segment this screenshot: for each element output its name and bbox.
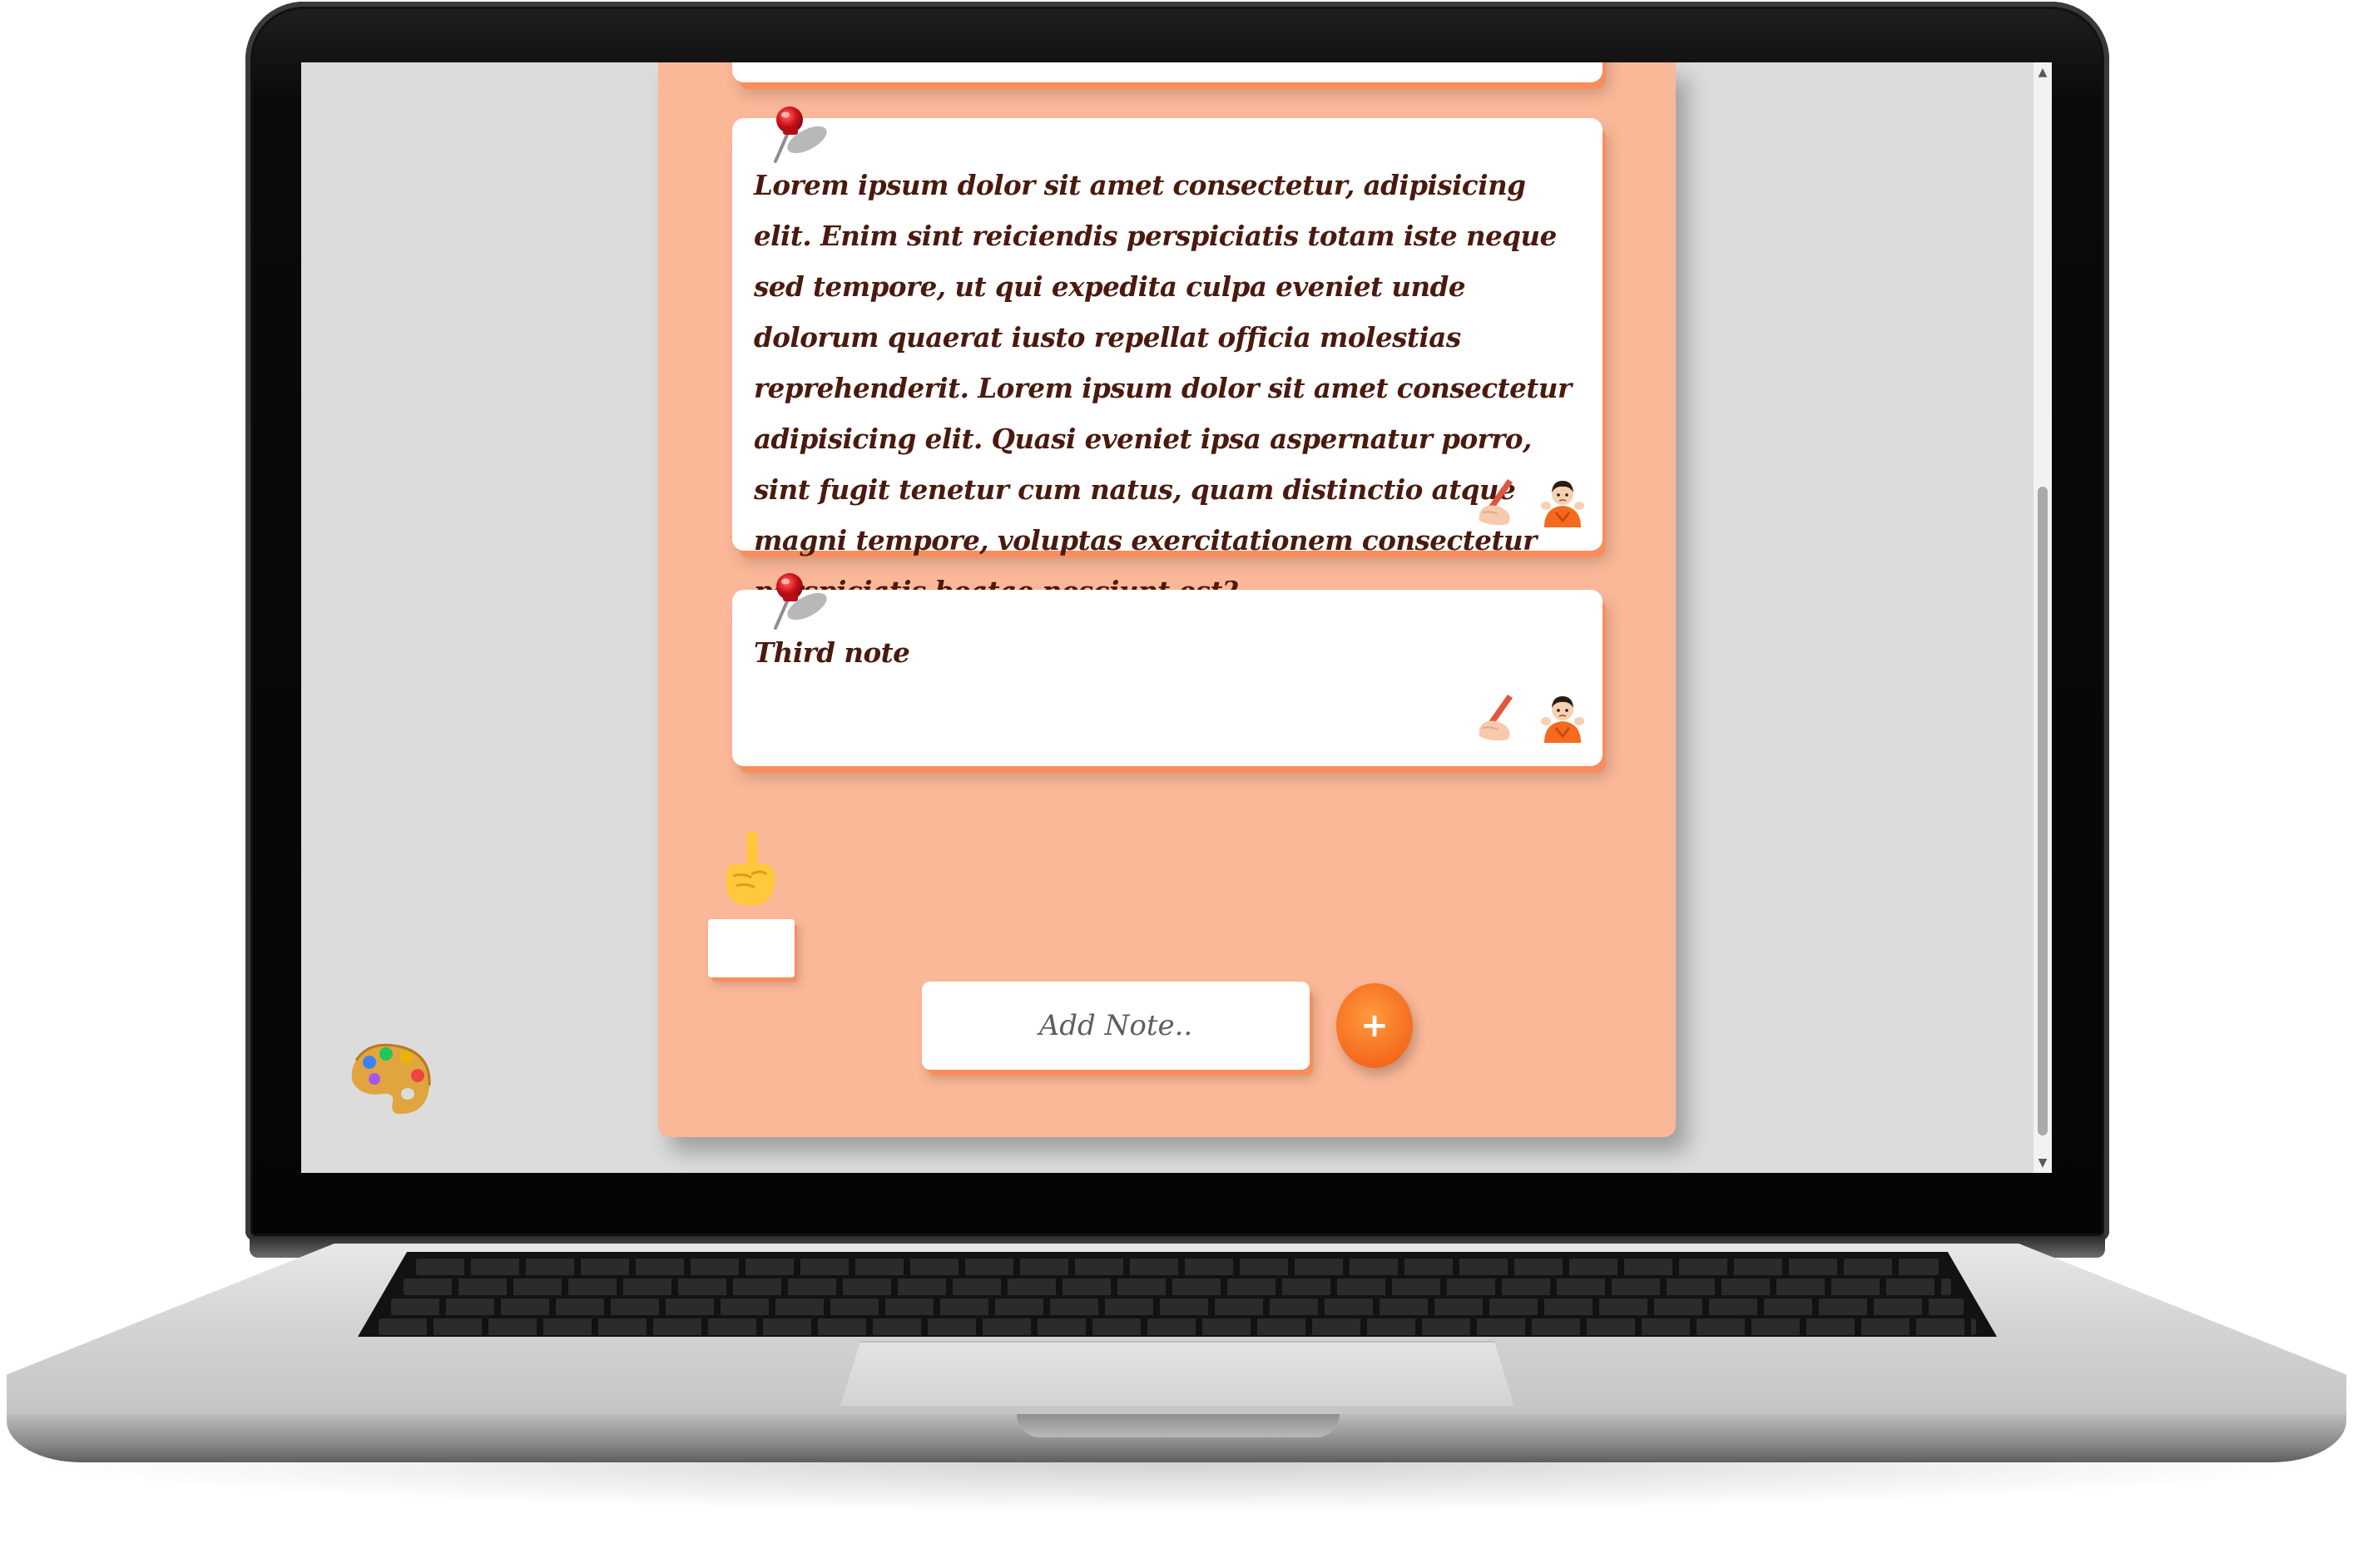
vertical-scrollbar[interactable]: ▲ ▼ (2033, 62, 2052, 1173)
edit-note-button[interactable] (1474, 476, 1521, 527)
artist-palette-icon[interactable] (344, 1036, 436, 1119)
shrugging-person-icon (1541, 696, 1584, 743)
edit-note-button[interactable] (1474, 691, 1521, 743)
add-note-input[interactable] (922, 982, 1310, 1070)
keyboard-row (416, 1259, 1939, 1275)
writing-hand-icon (1479, 479, 1513, 526)
delete-note-button[interactable] (1539, 691, 1586, 743)
note-card-partial (732, 62, 1603, 82)
scroll-down-arrow[interactable]: ▼ (2033, 1153, 2052, 1173)
note-actions (1474, 691, 1586, 743)
shrugging-person-icon (1541, 481, 1584, 527)
keyboard-row (379, 1318, 1976, 1335)
add-note-button[interactable]: + (1336, 983, 1413, 1068)
hint-tile (708, 919, 795, 977)
note-text: Third note (754, 636, 910, 669)
pushpin-icon (774, 106, 827, 163)
scroll-thumb[interactable] (2038, 487, 2048, 1135)
pushpin-icon (774, 573, 827, 630)
keyboard-row (391, 1298, 1964, 1315)
notes-panel: Lorem ipsum dolor sit amet consectetur, … (658, 62, 1676, 1137)
laptop-screen: Lorem ipsum dolor sit amet consectetur, … (301, 62, 2052, 1173)
note-actions (1474, 476, 1586, 527)
pointing-up-hand-icon (726, 831, 775, 906)
note-card: Lorem ipsum dolor sit amet consectetur, … (732, 106, 1603, 607)
note-card: Third note (732, 573, 1603, 766)
laptop-notch (1017, 1414, 1340, 1437)
writing-hand-icon (1479, 695, 1513, 741)
delete-note-button[interactable] (1539, 476, 1586, 527)
laptop-trackpad (840, 1341, 1514, 1406)
note-text: Lorem ipsum dolor sit amet consectetur, … (754, 169, 1572, 607)
keyboard-row (404, 1279, 1951, 1295)
laptop-keyboard (358, 1252, 1997, 1337)
laptop-shadow (25, 1462, 2328, 1512)
scroll-up-arrow[interactable]: ▲ (2033, 62, 2052, 82)
